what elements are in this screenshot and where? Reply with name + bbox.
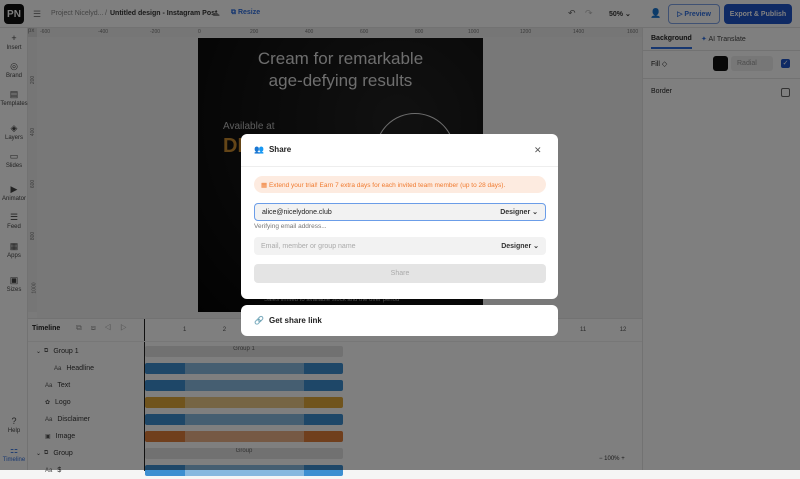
users-icon: 👥 [254, 145, 264, 154]
email-field[interactable]: alice@nicelydone.club Designer ⌄ [254, 203, 546, 221]
get-share-link-button[interactable]: 🔗 Get share link [241, 305, 558, 336]
invite-input[interactable]: Email, member or group name Designer ⌄ [254, 237, 546, 255]
trial-banner-text: Extend your trial! Earn 7 extra days for… [268, 182, 506, 189]
share-title: Share [268, 145, 292, 154]
divider [241, 166, 558, 167]
share-header: 👥 Share [254, 145, 291, 154]
close-icon[interactable]: ✕ [534, 145, 542, 156]
role-select-2[interactable]: Designer ⌄ [501, 242, 539, 250]
role-value: Designer [500, 209, 531, 216]
share-dialog: 👥 Share ✕ ▦ Extend your trial! Earn 7 ext… [241, 134, 558, 299]
gift-icon: ▦ [261, 182, 268, 189]
role-value-2: Designer [501, 243, 532, 250]
share-button[interactable]: Share [254, 264, 546, 283]
email-value: alice@nicelydone.club [262, 208, 332, 216]
get-share-link-label: Get share link [268, 316, 322, 325]
trial-banner: ▦ Extend your trial! Earn 7 extra days f… [254, 176, 546, 193]
invite-placeholder: Email, member or group name [261, 242, 356, 250]
link-icon: 🔗 [254, 316, 264, 325]
role-select[interactable]: Designer ⌄ [500, 208, 538, 216]
verifying-text: Verifying email address... [254, 223, 327, 230]
